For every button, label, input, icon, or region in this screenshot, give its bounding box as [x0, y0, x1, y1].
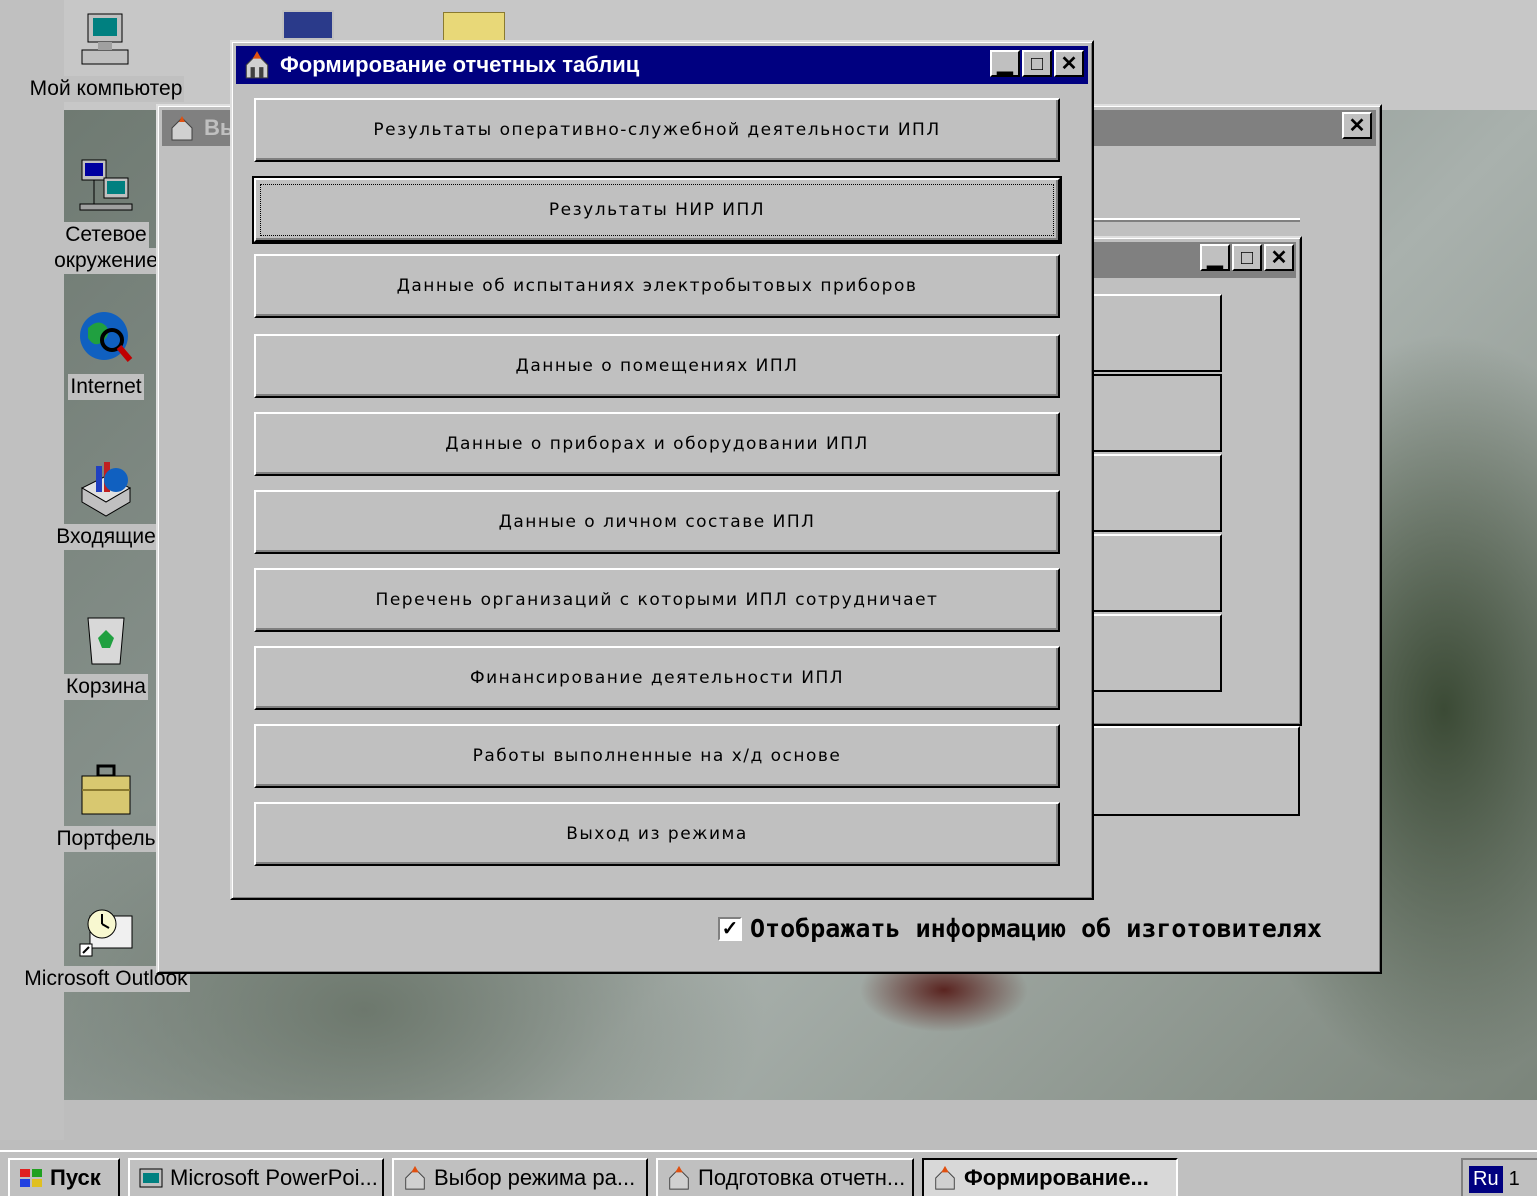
hidden-option-button[interactable] — [1082, 374, 1222, 452]
checkbox-label: Отображать информацию об изготовителях — [750, 914, 1322, 943]
partial-folder-icon[interactable] — [443, 12, 505, 42]
report-button-equipment[interactable]: Данные о приборах и оборудовании ИПЛ — [254, 412, 1060, 476]
app-icon — [669, 1165, 689, 1190]
system-tray: Ru 1 — [1461, 1158, 1537, 1196]
checkbox-box[interactable]: ✓ — [718, 916, 742, 941]
report-button-appliance-tests[interactable]: Данные об испытаниях электробытовых приб… — [254, 254, 1060, 318]
report-button-financing[interactable]: Финансирование деятельности ИПЛ — [254, 646, 1060, 710]
taskbar-button-report-prep[interactable]: Подготовка отчетн... — [656, 1158, 914, 1196]
app-icon — [405, 1165, 425, 1190]
close-icon: ✕ — [1060, 52, 1078, 75]
button-label: Результаты НИР ИПЛ — [548, 200, 766, 220]
close-icon: ✕ — [1348, 114, 1366, 137]
maximize-button[interactable]: □ — [1232, 244, 1262, 271]
close-button[interactable]: ✕ — [1342, 112, 1372, 139]
minimize-icon: ▁ — [997, 52, 1013, 75]
partial-app-icon[interactable] — [282, 10, 334, 40]
report-button-contract-work[interactable]: Работы выполненные на х/д основе — [254, 724, 1060, 788]
desktop-icon-label: Портфель — [54, 826, 158, 852]
minimize-button[interactable]: ▁ — [990, 50, 1020, 77]
start-label: Пуск — [50, 1165, 101, 1190]
desktop-icon-label: Мой компьютер — [27, 76, 185, 102]
button-label: Результаты оперативно-служебной деятельн… — [373, 120, 941, 140]
close-icon: ✕ — [1270, 246, 1288, 269]
my-computer-icon — [76, 10, 136, 70]
maximize-icon: □ — [1240, 246, 1254, 269]
windows-logo-icon — [20, 1169, 42, 1187]
report-button-research[interactable]: Результаты НИР ИПЛ — [252, 176, 1062, 244]
main-window[interactable]: Формирование отчетных таблиц ▁ □ ✕ Резул… — [230, 40, 1094, 900]
hidden-option-button[interactable] — [1082, 534, 1222, 612]
briefcase-icon — [76, 760, 136, 820]
app-icon — [935, 1165, 955, 1190]
app-icon — [245, 51, 269, 79]
close-button[interactable]: ✕ — [1264, 244, 1294, 271]
exit-mode-button[interactable]: Выход из режима — [254, 802, 1060, 866]
minimize-button[interactable]: ▁ — [1200, 244, 1230, 271]
desktop-icon-label: Корзина — [64, 674, 148, 700]
network-neighborhood-icon — [76, 156, 136, 216]
recycle-bin-icon — [76, 608, 136, 668]
report-button-personnel[interactable]: Данные о личном составе ИПЛ — [254, 490, 1060, 554]
language-indicator[interactable]: Ru — [1469, 1165, 1503, 1193]
button-label: Данные о приборах и оборудовании ИПЛ — [445, 434, 869, 454]
clock[interactable]: 1 — [1509, 1168, 1520, 1191]
taskbar: Пуск Microsoft PowerPoi... Выбор режима … — [0, 1150, 1537, 1196]
button-label: Выход из режима — [566, 824, 748, 844]
desktop-icon-label: Сетевое — [63, 222, 149, 248]
desktop-icon-label: Internet — [68, 374, 144, 400]
task-label: Выбор режима ра... — [434, 1165, 636, 1190]
taskbar-button-powerpoint[interactable]: Microsoft PowerPoi... — [128, 1158, 384, 1196]
powerpoint-icon — [139, 1168, 163, 1188]
hidden-panel — [1060, 726, 1300, 816]
check-icon: ✓ — [721, 918, 739, 940]
taskbar-button-forming-tables[interactable]: Формирование... — [922, 1158, 1178, 1196]
internet-icon — [76, 308, 136, 368]
desktop-icon-label-line2: окружение — [52, 248, 160, 274]
desktop-icon-my-computer[interactable]: Мой компьютер — [16, 10, 196, 102]
outlook-icon — [76, 900, 136, 960]
minimize-icon: ▁ — [1207, 246, 1223, 269]
task-label: Microsoft PowerPoi... — [170, 1165, 378, 1190]
button-label: Финансирование деятельности ИПЛ — [469, 668, 845, 688]
button-label: Данные о помещениях ИПЛ — [515, 356, 799, 376]
app-icon — [171, 116, 193, 141]
desktop-icon-label: Входящие — [54, 524, 158, 550]
inbox-icon — [76, 458, 136, 518]
button-label: Данные об испытаниях электробытовых приб… — [396, 276, 918, 296]
main-window-titlebar[interactable]: Формирование отчетных таблиц — [236, 46, 1088, 84]
show-manufacturers-checkbox[interactable]: ✓ Отображать информацию об изготовителях — [718, 914, 1322, 943]
report-button-organizations[interactable]: Перечень организаций с которыми ИПЛ сотр… — [254, 568, 1060, 632]
task-label: Подготовка отчетн... — [698, 1165, 906, 1190]
start-button[interactable]: Пуск — [8, 1158, 120, 1196]
report-button-operational[interactable]: Результаты оперативно-служебной деятельн… — [254, 98, 1060, 162]
report-button-premises[interactable]: Данные о помещениях ИПЛ — [254, 334, 1060, 398]
close-button[interactable]: ✕ — [1054, 50, 1084, 77]
hidden-option-button[interactable] — [1082, 614, 1222, 692]
button-label: Данные о личном составе ИПЛ — [498, 512, 816, 532]
main-window-title: Формирование отчетных таблиц — [280, 52, 640, 77]
button-label: Перечень организаций с которыми ИПЛ сотр… — [375, 590, 939, 610]
hidden-option-button[interactable] — [1082, 454, 1222, 532]
maximize-button[interactable]: □ — [1022, 50, 1052, 77]
hidden-option-button[interactable] — [1082, 294, 1222, 372]
button-label: Работы выполненные на х/д основе — [472, 746, 842, 766]
maximize-icon: □ — [1030, 52, 1044, 75]
taskbar-button-mode-select[interactable]: Выбор режима ра... — [392, 1158, 648, 1196]
panel-edge — [1092, 218, 1300, 222]
task-label: Формирование... — [964, 1165, 1149, 1190]
